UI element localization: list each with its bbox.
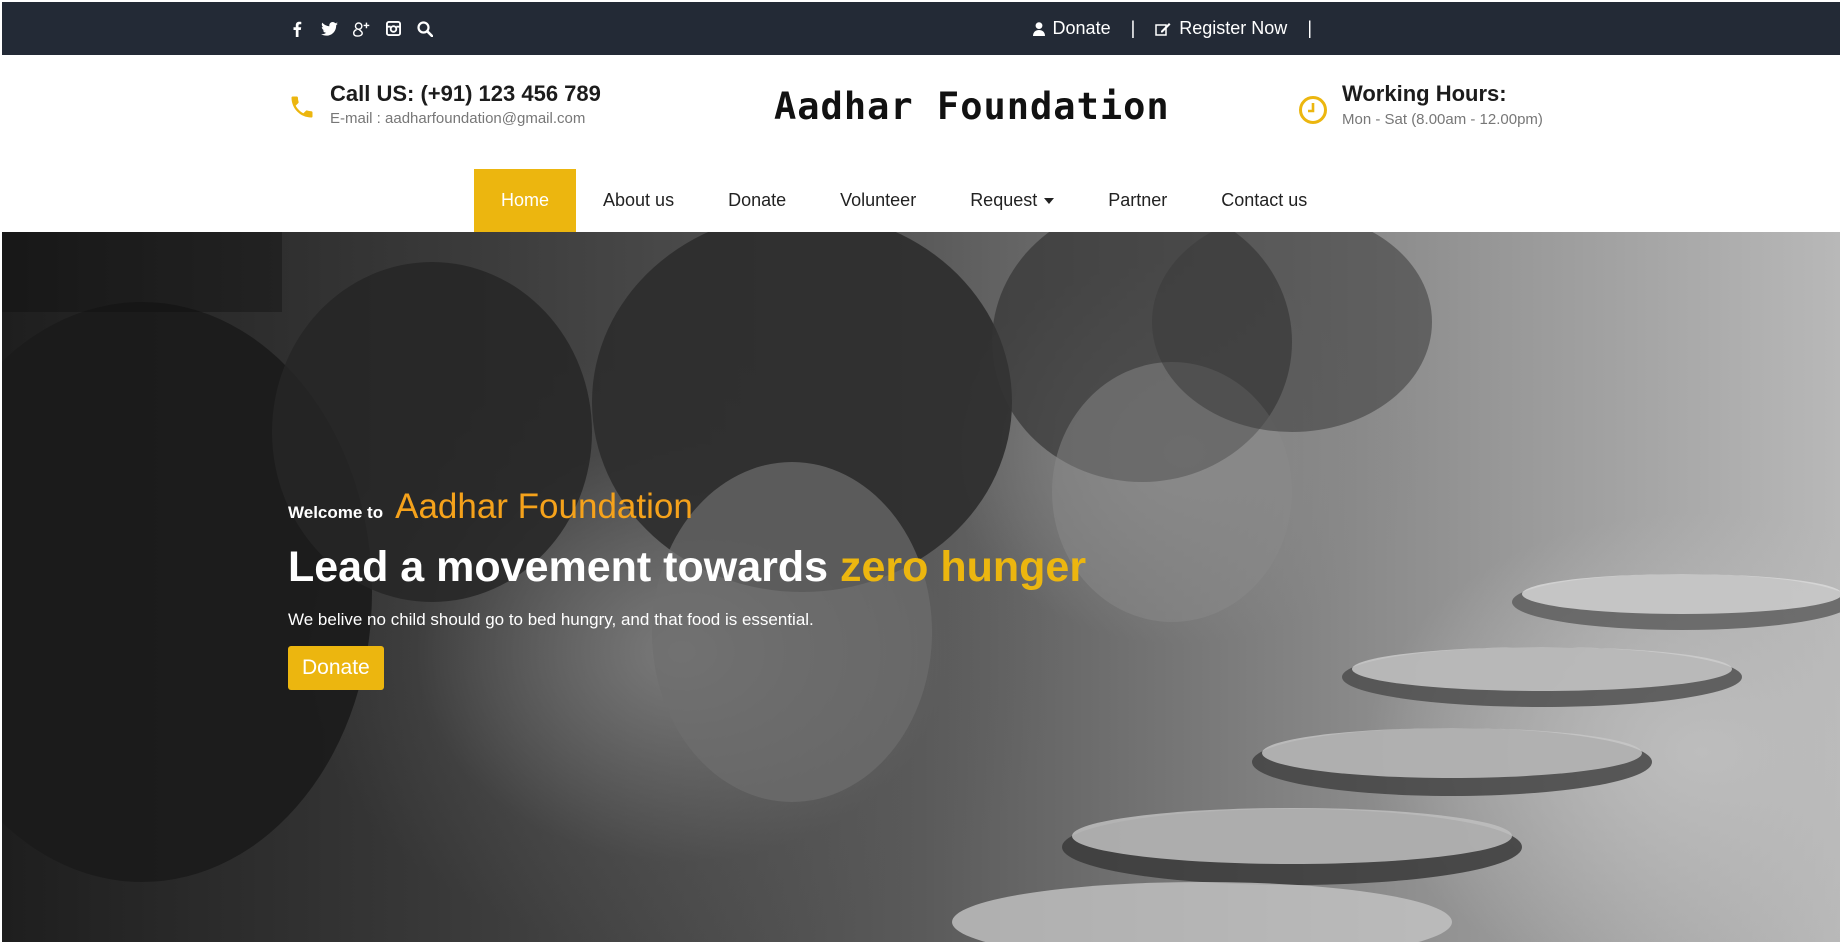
chevron-down-icon: [1044, 197, 1055, 204]
site-logo-text[interactable]: Aadhar Foundation: [774, 85, 1169, 128]
hero-subtext: We belive no child should go to bed hung…: [288, 610, 814, 629]
main-nav: Home About us Donate Volunteer Request P…: [474, 169, 1334, 232]
contact-block: Call US: (+91) 123 456 789 E-mail : aadh…: [288, 81, 601, 127]
welcome-foundation-name: Aadhar Foundation: [395, 487, 693, 526]
user-icon: [1032, 21, 1045, 36]
hero-content: Welcome to Aadhar Foundation Lead a move…: [288, 487, 1086, 690]
hero-welcome: Welcome to Aadhar Foundation: [288, 487, 1086, 527]
page-frame: Donate | Register Now | Call US: (+91) 1…: [2, 2, 1840, 942]
top-separator: |: [1130, 18, 1136, 38]
edit-icon: [1155, 22, 1171, 36]
working-hours-text: Mon - Sat (8.00am - 12.00pm): [1342, 111, 1543, 128]
google-plus-icon[interactable]: [352, 20, 370, 38]
top-donate-link[interactable]: Donate: [1032, 18, 1111, 39]
nav-home[interactable]: Home: [474, 169, 577, 232]
nav-request-label: Request: [970, 190, 1038, 210]
headline-main: Lead a movement towards: [288, 543, 829, 591]
instagram-icon[interactable]: [384, 20, 402, 38]
facebook-icon[interactable]: [288, 20, 306, 38]
phone-icon: [288, 93, 316, 127]
hero-headline: Lead a movement towards zero hunger: [288, 543, 1086, 592]
top-separator: |: [1307, 18, 1312, 38]
site-header: Call US: (+91) 123 456 789 E-mail : aadh…: [2, 55, 1840, 232]
hero-donate-button[interactable]: Donate: [288, 646, 384, 690]
nav-donate[interactable]: Donate: [701, 169, 813, 232]
nav-about-us[interactable]: About us: [576, 169, 701, 232]
twitter-icon[interactable]: [320, 20, 338, 38]
nav-request[interactable]: Request: [943, 169, 1081, 232]
nav-volunteer[interactable]: Volunteer: [813, 169, 943, 232]
top-links: Donate | Register Now |: [1032, 2, 1312, 55]
register-now-link[interactable]: Register Now: [1155, 18, 1287, 39]
hero-banner: Welcome to Aadhar Foundation Lead a move…: [2, 232, 1840, 942]
top-donate-label: Donate: [1052, 18, 1111, 38]
headline-highlight: zero hunger: [840, 543, 1087, 591]
working-hours-block: Working Hours: Mon - Sat (8.00am - 12.00…: [1298, 81, 1543, 130]
top-bar: Donate | Register Now |: [2, 2, 1840, 55]
working-hours-title: Working Hours:: [1342, 81, 1507, 106]
search-icon[interactable]: [416, 20, 434, 38]
register-now-label: Register Now: [1179, 18, 1288, 38]
nav-contact-us[interactable]: Contact us: [1194, 169, 1334, 232]
clock-icon: [1298, 95, 1328, 130]
call-us-text: Call US: (+91) 123 456 789: [330, 81, 601, 106]
email-text: E-mail : aadharfoundation@gmail.com: [330, 110, 586, 127]
nav-partner[interactable]: Partner: [1081, 169, 1194, 232]
social-links: [288, 2, 434, 55]
welcome-label: Welcome to: [288, 503, 384, 522]
